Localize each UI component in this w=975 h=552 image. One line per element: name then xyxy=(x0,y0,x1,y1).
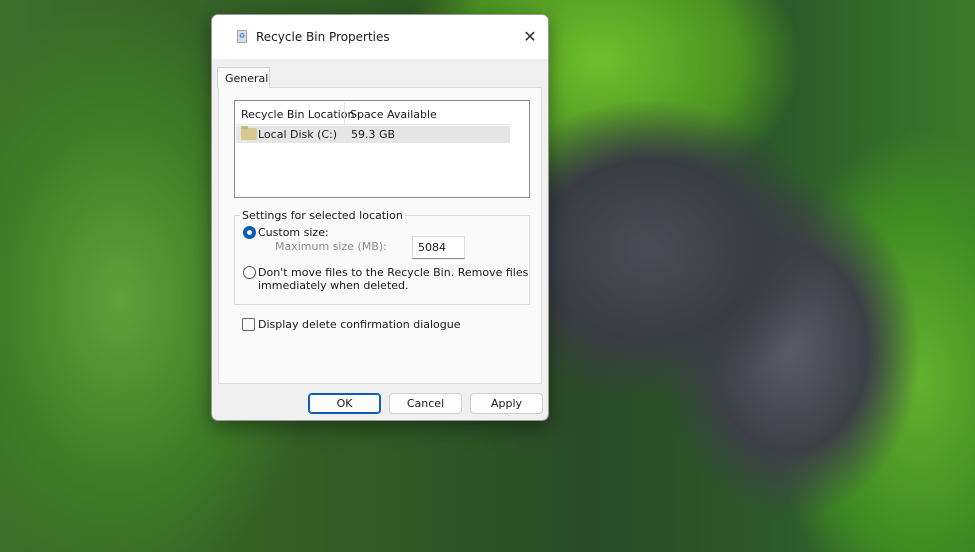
window-title: Recycle Bin Properties xyxy=(256,30,390,44)
tab-general[interactable]: General xyxy=(217,67,270,88)
ok-button[interactable]: OK xyxy=(308,393,381,414)
cancel-button[interactable]: Cancel xyxy=(389,393,462,414)
location-name: Local Disk (C:) xyxy=(258,128,338,141)
tab-panel: Recycle Bin Location Space Available Loc… xyxy=(218,87,542,384)
confirm-label[interactable]: Display delete confirmation dialogue xyxy=(258,318,461,331)
title-bar: ♻ Recycle Bin Properties ✕ xyxy=(212,15,548,59)
custom-size-radio[interactable] xyxy=(243,226,256,239)
column-divider[interactable] xyxy=(344,102,345,125)
group-label: Settings for selected location xyxy=(240,209,405,222)
list-item[interactable]: Local Disk (C:) 59.3 GB xyxy=(236,126,510,143)
dont-move-radio[interactable] xyxy=(243,266,256,279)
settings-group: Settings for selected location Custom si… xyxy=(234,209,530,305)
recycle-bin-icon: ♻ xyxy=(237,30,247,43)
confirm-checkbox[interactable] xyxy=(242,318,255,331)
column-header-space[interactable]: Space Available xyxy=(350,108,437,121)
space-available: 59.3 GB xyxy=(351,128,396,141)
list-header: Recycle Bin Location Space Available xyxy=(236,102,510,125)
dont-move-label-line1[interactable]: Don't move files to the Recycle Bin. Rem… xyxy=(258,266,528,279)
apply-button[interactable]: Apply xyxy=(470,393,543,414)
custom-size-label[interactable]: Custom size: xyxy=(258,226,329,239)
max-size-label: Maximum size (MB): xyxy=(275,240,387,253)
close-button[interactable]: ✕ xyxy=(516,23,544,51)
max-size-input[interactable]: 5084 xyxy=(412,236,465,259)
recycle-bin-properties-dialog: ♻ Recycle Bin Properties ✕ General Recyc… xyxy=(211,14,549,421)
folder-icon xyxy=(241,126,257,140)
dont-move-label-line2[interactable]: immediately when deleted. xyxy=(258,279,409,292)
location-list[interactable]: Recycle Bin Location Space Available Loc… xyxy=(234,100,530,198)
column-header-location[interactable]: Recycle Bin Location xyxy=(241,108,354,121)
